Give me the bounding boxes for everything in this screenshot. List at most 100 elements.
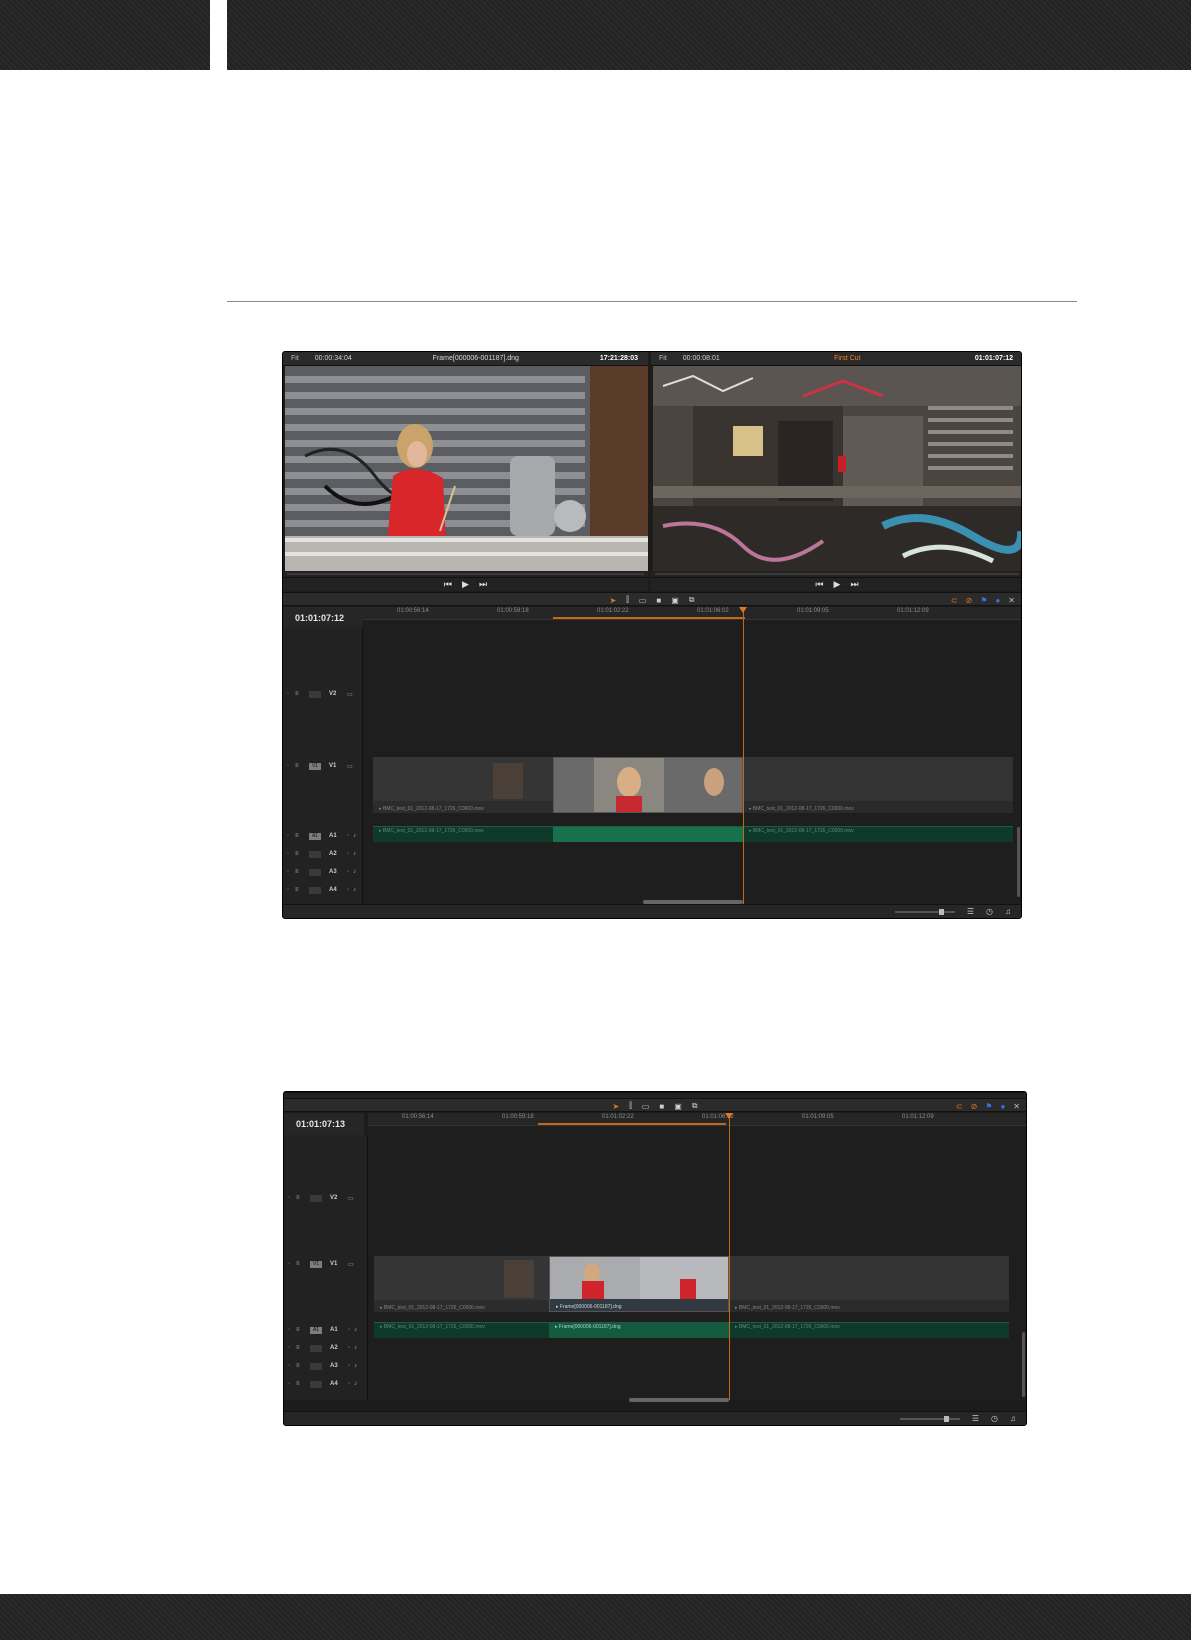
snapping-icon[interactable]: ⊂ xyxy=(951,596,958,605)
track-enable-icon[interactable]: ≡ xyxy=(296,1345,306,1351)
skip-back-icon[interactable]: ⏮ xyxy=(444,579,452,590)
snapping-icon[interactable]: ⊂ xyxy=(956,1102,963,1111)
monitor-icon[interactable]: ▭ xyxy=(347,691,353,698)
flag-icon[interactable]: ⚑ xyxy=(985,1102,992,1111)
timeline-options-icon[interactable]: ☰ xyxy=(967,907,974,916)
overwrite-icon[interactable]: ▣ xyxy=(674,1102,682,1111)
linked-selection-icon[interactable]: ⊘ xyxy=(971,1102,978,1111)
lock-icon[interactable]: ▫ xyxy=(287,833,295,839)
playhead[interactable] xyxy=(729,1113,730,1400)
replace-icon[interactable]: ⧉ xyxy=(692,1101,698,1111)
audio-clip-a1-inserted[interactable]: ▸ Frame[000006-001187].dng xyxy=(549,1322,729,1338)
linked-selection-icon[interactable]: ⊘ xyxy=(966,596,973,605)
video-clip-v1-right[interactable]: ▸ BMC_test_01_2012-08-17_1726_C0000.mov xyxy=(743,757,1013,813)
audio-clip-a1-left[interactable]: ▸ BMC_test_01_2012-08-17_1726_C0000.mov xyxy=(374,1322,549,1338)
source-viewer-image[interactable] xyxy=(285,366,648,571)
track-enable-icon[interactable]: ≡ xyxy=(296,1327,306,1333)
speaker-icon[interactable]: ♪ xyxy=(353,833,356,839)
audio-icon[interactable]: ♫ xyxy=(1005,907,1011,916)
lock-icon[interactable]: ▫ xyxy=(288,1381,296,1387)
clock-icon[interactable]: ◷ xyxy=(986,907,993,916)
replace-icon[interactable]: ⧉ xyxy=(689,595,695,605)
video-clip-v1-left[interactable]: ▸ BMC_test_01_2012-08-17_1726_C0000.mov xyxy=(374,1256,549,1312)
audio-icon[interactable]: ♫ xyxy=(1010,1414,1016,1423)
speaker-icon[interactable]: ♪ xyxy=(354,1381,357,1387)
clock-icon[interactable]: ◷ xyxy=(991,1414,998,1423)
timeline-name-dropdown[interactable]: First Cut xyxy=(720,355,975,362)
monitor-icon[interactable]: ▭ xyxy=(348,1195,354,1202)
lock-icon[interactable]: ▫ xyxy=(288,1363,296,1369)
lock-icon[interactable]: ▫ xyxy=(287,763,295,769)
audio-clip-a1-left[interactable]: ▸ BMC_test_01_2012-08-17_1726_C0000.mov xyxy=(373,826,553,842)
track-enable-icon[interactable]: ≡ xyxy=(295,869,305,875)
patch-empty[interactable] xyxy=(310,1344,322,1352)
track-enable-icon[interactable]: ≡ xyxy=(295,691,305,697)
track-enable-icon[interactable]: ≡ xyxy=(296,1363,306,1369)
speaker-icon[interactable]: ♪ xyxy=(354,1327,357,1333)
speaker-icon[interactable]: ♪ xyxy=(354,1363,357,1369)
audio-clip-a1-selected[interactable] xyxy=(553,826,743,842)
marker-icon[interactable]: ● xyxy=(1000,1102,1005,1111)
skip-forward-icon[interactable]: ⏭ xyxy=(479,579,487,590)
vertical-scrollbar[interactable] xyxy=(1017,827,1020,897)
play-icon[interactable]: ▶ xyxy=(834,579,841,590)
patch-empty[interactable] xyxy=(309,850,321,858)
audio-clip-a1-right[interactable]: ▸ BMC_test_01_2012-08-17_1726_C0000.mov xyxy=(743,826,1013,842)
speaker-icon[interactable]: ♪ xyxy=(353,851,356,857)
lock-icon[interactable]: ▫ xyxy=(288,1261,296,1267)
track-enable-icon[interactable]: ≡ xyxy=(296,1381,306,1387)
monitor-icon[interactable]: ▭ xyxy=(347,763,353,770)
solo-icon[interactable]: ◦ xyxy=(348,1345,350,1351)
record-viewer-image[interactable] xyxy=(653,366,1021,571)
play-icon[interactable]: ▶ xyxy=(462,579,469,590)
patch-empty[interactable] xyxy=(310,1362,322,1370)
playhead-handle[interactable] xyxy=(739,607,747,613)
marker-icon[interactable]: ● xyxy=(995,596,1000,605)
tools-icon[interactable]: ✕ xyxy=(1008,596,1015,605)
overwrite-icon[interactable]: ▣ xyxy=(671,596,679,605)
source-patch-v1[interactable]: V1 xyxy=(310,1260,322,1268)
source-patch-a1[interactable]: A1 xyxy=(309,832,321,840)
solo-icon[interactable]: ◦ xyxy=(348,1363,350,1369)
timeline-options-icon[interactable]: ☰ xyxy=(972,1414,979,1423)
playhead-handle[interactable] xyxy=(725,1113,733,1119)
insert-icon[interactable]: ■ xyxy=(656,596,661,605)
speaker-icon[interactable]: ♪ xyxy=(354,1345,357,1351)
blade-icon[interactable]: ▭ xyxy=(639,596,647,605)
solo-icon[interactable]: ◦ xyxy=(347,851,349,857)
flag-icon[interactable]: ⚑ xyxy=(980,596,987,605)
zoom-slider[interactable] xyxy=(899,1415,960,1422)
timeline-ruler[interactable]: 01:00:56:14 01:00:59:18 01:01:02:22 01:0… xyxy=(363,607,1021,620)
patch-empty[interactable] xyxy=(310,1194,322,1202)
blade-icon[interactable]: ▭ xyxy=(642,1102,650,1111)
trim-icon[interactable]: ⫿ xyxy=(629,1101,632,1111)
timeline-ruler[interactable]: 01:00:56:14 01:00:59:18 01:01:02:22 01:0… xyxy=(368,1113,1026,1126)
selection-arrow-icon[interactable]: ➤ xyxy=(613,1102,620,1111)
solo-icon[interactable]: ◦ xyxy=(348,1327,350,1333)
skip-back-icon[interactable]: ⏮ xyxy=(815,579,823,590)
selection-arrow-icon[interactable]: ➤ xyxy=(610,596,617,605)
video-clip-v1-inserted[interactable]: ▸ Frame[000006-001187].dng xyxy=(549,1256,729,1312)
speaker-icon[interactable]: ♪ xyxy=(353,887,356,893)
track-enable-icon[interactable]: ≡ xyxy=(295,833,305,839)
playhead[interactable] xyxy=(743,607,744,906)
video-clip-v1-right[interactable]: ▸ BMC_test_01_2012-08-17_1726_C0000.mov xyxy=(729,1256,1009,1312)
video-clip-v1-selected[interactable] xyxy=(553,757,743,813)
horizontal-scrollbar[interactable] xyxy=(629,1398,729,1402)
solo-icon[interactable]: ◦ xyxy=(348,1381,350,1387)
skip-forward-icon[interactable]: ⏭ xyxy=(850,579,858,590)
solo-icon[interactable]: ◦ xyxy=(347,833,349,839)
speaker-icon[interactable]: ♪ xyxy=(353,869,356,875)
solo-icon[interactable]: ◦ xyxy=(347,869,349,875)
trim-icon[interactable]: ⫿ xyxy=(626,595,629,605)
source-patch-v1[interactable]: V1 xyxy=(309,762,321,770)
patch-empty[interactable] xyxy=(309,868,321,876)
lock-icon[interactable]: ▫ xyxy=(288,1345,296,1351)
track-enable-icon[interactable]: ≡ xyxy=(295,851,305,857)
monitor-icon[interactable]: ▭ xyxy=(348,1261,354,1268)
vertical-scrollbar[interactable] xyxy=(1022,1332,1025,1397)
lock-icon[interactable]: ▫ xyxy=(287,869,295,875)
patch-empty[interactable] xyxy=(309,690,321,698)
patch-empty[interactable] xyxy=(309,886,321,894)
video-clip-v1-left[interactable]: ▸ BMC_test_01_2012-08-17_1726_C0000.mov xyxy=(373,757,553,813)
